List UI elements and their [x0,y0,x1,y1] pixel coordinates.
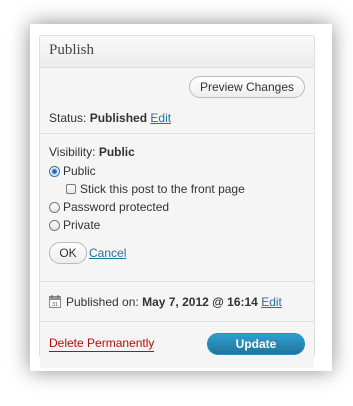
visibility-option-password[interactable]: Password protected [49,198,314,216]
status-label: Status: [49,111,87,125]
ok-button[interactable]: OK [49,242,87,264]
cancel-link[interactable]: Cancel [89,246,126,260]
status-value: Published [89,111,148,125]
sticky-label: Stick this post to the front page [80,182,245,196]
published-edit-link[interactable]: Edit [261,295,282,309]
published-label: Published on: [66,294,139,309]
private-radio[interactable] [49,219,60,231]
published-value: May 7, 2012 @ 16:14 [142,294,258,309]
sticky-option[interactable]: Stick this post to the front page [49,180,314,198]
publish-box: Publish Preview Changes Status: Publishe… [39,35,315,368]
public-label: Public [63,164,96,178]
svg-text:31: 31 [52,302,58,308]
private-label: Private [63,218,101,232]
visibility-label: Visibility: [49,145,96,159]
visibility-section: Visibility: Public Public Stick this pos… [40,134,314,282]
preview-row: Preview Changes [40,68,314,106]
update-button[interactable]: Update [207,333,305,355]
visibility-actions: OK Cancel [49,242,314,264]
status-edit-link[interactable]: Edit [150,111,171,125]
password-label: Password protected [63,200,170,214]
publish-footer: Delete Permanently Update [40,322,314,368]
publish-box-body: Preview Changes Status: Published Edit V… [40,68,314,368]
publish-box-title: Publish [40,36,314,68]
password-radio[interactable] [49,201,60,213]
calendar-icon: 31 [49,295,61,308]
public-radio[interactable] [49,165,60,177]
delete-permanently-link[interactable]: Delete Permanently [49,336,155,352]
visibility-heading: Visibility: Public [49,145,314,159]
status-row: Status: Published Edit [40,106,314,134]
visibility-option-private[interactable]: Private [49,216,314,234]
sticky-checkbox[interactable] [66,184,76,194]
preview-changes-button[interactable]: Preview Changes [188,76,305,98]
visibility-option-public[interactable]: Public [49,162,314,180]
visibility-value: Public [98,145,135,159]
published-row: 31 Published on: May 7, 2012 @ 16:14 Edi… [40,282,314,322]
